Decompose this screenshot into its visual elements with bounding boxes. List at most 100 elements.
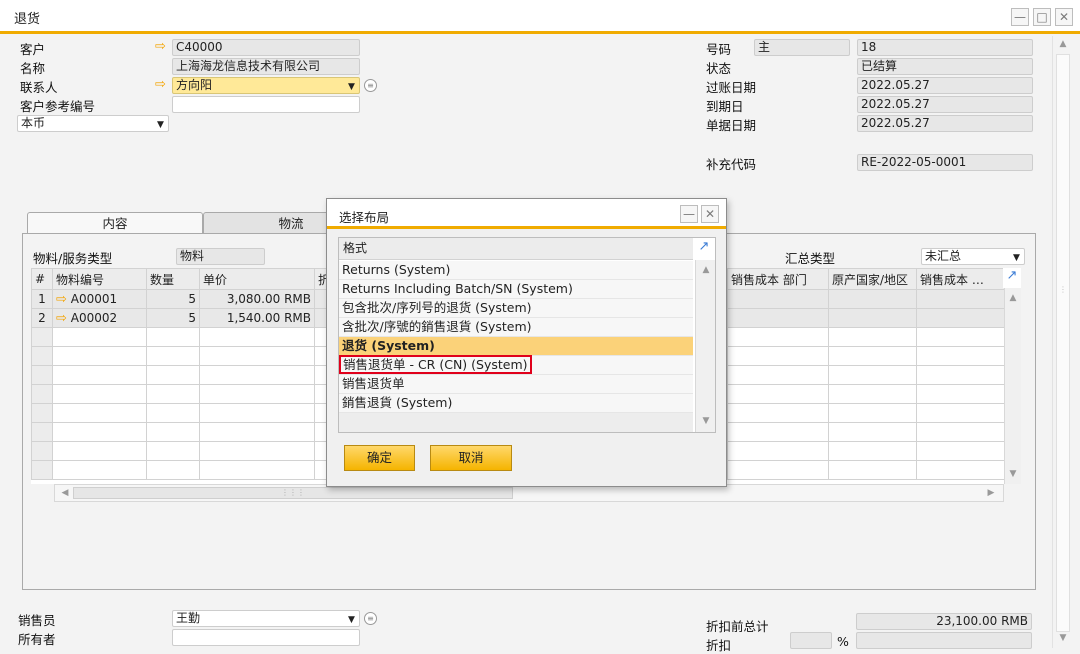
link-arrow-icon[interactable]: ⇨ [56, 311, 67, 326]
info-icon[interactable]: ≡ [364, 612, 377, 625]
expand-columns-icon[interactable]: ↗ [1003, 268, 1021, 288]
sales-employee-select[interactable]: 王勤 ▼ [172, 610, 360, 627]
name-label: 名称 [20, 61, 46, 76]
quantity-cell[interactable]: 5 [146, 308, 200, 328]
info-icon[interactable]: ≡ [364, 79, 377, 92]
column-header-unit-price[interactable]: 单价 [199, 268, 315, 290]
posting-date-field[interactable]: 2022.05.27 [857, 77, 1033, 94]
empty-row[interactable] [727, 422, 1004, 442]
empty-row[interactable] [31, 441, 327, 461]
column-header-cogs-department[interactable]: 销售成本 部门 [727, 268, 829, 290]
contact-label: 联系人 [20, 80, 58, 95]
empty-row[interactable] [727, 403, 1004, 423]
column-header-quantity[interactable]: 数量 [146, 268, 200, 290]
table-row[interactable]: 1 ⇨ A00001 5 3,080.00 RMB [31, 289, 327, 309]
link-arrow-icon[interactable]: ⇨ [155, 77, 166, 92]
empty-row[interactable] [727, 327, 1004, 347]
empty-row[interactable] [727, 441, 1004, 461]
reference-input[interactable] [172, 96, 360, 113]
scroll-thumb[interactable]: ⋮⋮⋮ [73, 487, 513, 499]
link-arrow-icon[interactable]: ⇨ [155, 39, 166, 54]
scroll-down-icon[interactable]: ▼ [1007, 468, 1019, 480]
empty-row[interactable] [31, 365, 327, 385]
discount-amount-field[interactable] [856, 632, 1032, 649]
name-field[interactable]: 上海海龙信息技术有限公司 [172, 58, 360, 75]
layout-item[interactable]: 含批次/序號的銷售退貨 (System) [339, 318, 693, 337]
empty-row[interactable] [727, 384, 1004, 404]
layout-item[interactable]: 包含批次/序列号的退货 (System) [339, 299, 693, 318]
table-row[interactable] [727, 308, 1004, 328]
discount-percent-input[interactable] [790, 632, 832, 649]
chevron-down-icon[interactable]: ▼ [1013, 251, 1020, 264]
number-series-select[interactable]: 主 [754, 39, 850, 56]
chevron-down-icon[interactable]: ▼ [348, 613, 355, 626]
chevron-down-icon[interactable]: ▼ [157, 118, 164, 131]
expand-columns-icon[interactable]: ↗ [695, 239, 713, 259]
empty-row[interactable] [31, 460, 327, 480]
table-row[interactable]: 2 ⇨ A00002 5 1,540.00 RMB [31, 308, 327, 328]
table-row[interactable] [727, 289, 1004, 309]
scroll-up-icon[interactable]: ▲ [1007, 292, 1019, 304]
layout-item[interactable]: Returns (System) [339, 261, 693, 280]
link-arrow-icon[interactable]: ⇨ [56, 292, 67, 307]
reference-label: 客户参考编号 [20, 99, 96, 114]
layout-item[interactable]: 銷售退貨 (System) [339, 394, 693, 413]
summary-type-value: 未汇总 [925, 249, 962, 263]
status-field: 已结算 [857, 58, 1033, 75]
contact-value: 方向阳 [176, 78, 213, 92]
scroll-right-icon[interactable]: ▶ [985, 487, 997, 499]
layout-list-scrollbar[interactable]: ▲ ▼ [695, 260, 715, 432]
window-vertical-scrollbar[interactable]: ▲ ⋮ ▼ [1052, 36, 1072, 648]
ok-button[interactable]: 确定 [344, 445, 415, 471]
dialog-minimize-button[interactable]: — [680, 205, 698, 223]
number-field[interactable]: 18 [857, 39, 1033, 56]
supplementary-code-field[interactable]: RE-2022-05-0001 [857, 154, 1033, 171]
item-type-select[interactable]: 物料 [176, 248, 265, 265]
empty-row[interactable] [31, 403, 327, 423]
window-titlebar: 退货 — □ ✕ [0, 0, 1080, 34]
layout-item[interactable]: 销售退货单 [339, 375, 693, 394]
scroll-down-icon[interactable]: ▼ [700, 415, 712, 427]
cancel-button[interactable]: 取消 [430, 445, 512, 471]
item-code-cell[interactable]: ⇨ A00002 [52, 308, 147, 328]
layout-list-header[interactable]: 格式 [339, 238, 693, 260]
column-header-cogs-more[interactable]: 销售成本 … [916, 268, 1004, 290]
layout-item-selected[interactable]: 退货 (System) [339, 337, 693, 356]
customer-field[interactable]: C40000 [172, 39, 360, 56]
grid-vertical-scrollbar[interactable]: ▲ ▼ [1004, 288, 1021, 484]
item-code-cell[interactable]: ⇨ A00001 [52, 289, 147, 309]
contact-combo[interactable]: 方向阳 ▼ [172, 77, 360, 94]
maximize-button[interactable]: □ [1033, 8, 1051, 26]
quantity-cell[interactable]: 5 [146, 289, 200, 309]
owner-input[interactable] [172, 629, 360, 646]
dialog-title: 选择布局 [339, 210, 390, 225]
empty-row[interactable] [31, 422, 327, 442]
dialog-close-button[interactable]: ✕ [701, 205, 719, 223]
currency-select[interactable]: 本币 ▼ [17, 115, 169, 132]
chevron-down-icon[interactable]: ▼ [348, 80, 355, 93]
column-header-number[interactable]: # [31, 268, 53, 290]
layout-item[interactable]: 销售退货单 - CR (CN) (System) [339, 355, 693, 375]
minimize-button[interactable]: — [1011, 8, 1029, 26]
empty-row[interactable] [727, 365, 1004, 385]
column-header-item-code[interactable]: 物料编号 [52, 268, 147, 290]
due-date-field[interactable]: 2022.05.27 [857, 96, 1033, 113]
scroll-up-icon[interactable]: ▲ [1057, 38, 1069, 50]
scroll-down-icon[interactable]: ▼ [1057, 632, 1069, 644]
unit-price-cell[interactable]: 3,080.00 RMB [199, 289, 315, 309]
unit-price-cell[interactable]: 1,540.00 RMB [199, 308, 315, 328]
grid-header-row: 销售成本 部门 原产国家/地区 销售成本 … [727, 268, 1004, 290]
scroll-up-icon[interactable]: ▲ [700, 264, 712, 276]
scroll-thumb[interactable]: ⋮ [1056, 54, 1070, 632]
empty-row[interactable] [727, 346, 1004, 366]
empty-row[interactable] [727, 460, 1004, 480]
empty-row[interactable] [31, 327, 327, 347]
scroll-left-icon[interactable]: ◀ [59, 487, 71, 499]
summary-type-select[interactable]: 未汇总 ▼ [921, 248, 1025, 265]
layout-item[interactable]: Returns Including Batch/SN (System) [339, 280, 693, 299]
empty-row[interactable] [31, 346, 327, 366]
document-date-field[interactable]: 2022.05.27 [857, 115, 1033, 132]
close-button[interactable]: ✕ [1055, 8, 1073, 26]
empty-row[interactable] [31, 384, 327, 404]
column-header-origin-country[interactable]: 原产国家/地区 [828, 268, 917, 290]
